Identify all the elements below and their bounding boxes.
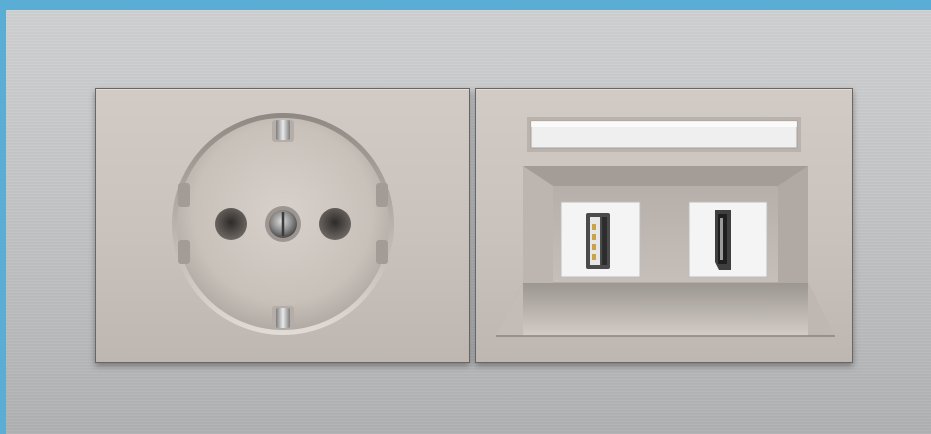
outlet-illustration [172, 113, 835, 337]
left-pin-hole [215, 208, 247, 240]
usb-port [560, 201, 641, 278]
earth-clip-bottom [272, 306, 294, 328]
hdmi-port [688, 201, 768, 278]
left-guide-notch-top [178, 183, 190, 207]
label-strip [527, 117, 801, 152]
right-guide-notch-bottom [376, 240, 388, 264]
right-pin-hole [319, 208, 351, 240]
center-screw [265, 206, 301, 242]
right-guide-notch-top [376, 183, 388, 207]
port-recess [496, 166, 835, 337]
earth-clip-top [272, 120, 294, 142]
outlet-scene [0, 0, 931, 434]
left-guide-notch-bottom [178, 240, 190, 264]
